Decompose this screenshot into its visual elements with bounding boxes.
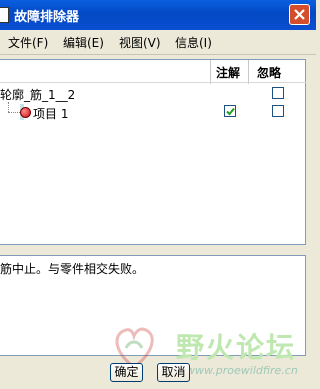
- item-status-icon: [20, 107, 31, 118]
- close-button[interactable]: [289, 4, 310, 25]
- title-bar: 故障排除器: [0, 0, 316, 30]
- root-ignore-checkbox[interactable]: [272, 87, 284, 99]
- ok-button[interactable]: 确定: [110, 363, 143, 382]
- menu-bar: 文件(F) 编辑(E) 视图(V) 信息(I): [0, 31, 316, 53]
- column-header-ignore[interactable]: 忽略: [257, 64, 281, 81]
- tree-connector: [8, 102, 9, 112]
- check-icon: [226, 107, 235, 116]
- menu-divider: [0, 54, 316, 55]
- close-icon: [294, 9, 305, 20]
- header-divider: [0, 82, 306, 83]
- column-separator: [210, 60, 211, 84]
- menu-view[interactable]: 视图(V): [119, 34, 161, 51]
- cancel-button[interactable]: 取消: [157, 363, 190, 382]
- watermark-text: 野火论坛: [176, 331, 297, 364]
- tree-root-node[interactable]: 轮廓_筋_1__2: [0, 86, 75, 103]
- tree-item[interactable]: 项目 1: [20, 104, 68, 121]
- message-text: 筋中止。与零件相交失败。: [0, 262, 145, 276]
- item-ignore-checkbox[interactable]: [272, 105, 284, 117]
- tree-panel[interactable]: 注解 忽略 轮廓_筋_1__2 项目 1: [0, 59, 306, 245]
- column-header-annotate[interactable]: 注解: [216, 64, 240, 81]
- watermark-url: www.proewildfire.cn: [186, 364, 298, 377]
- window-title: 故障排除器: [14, 10, 80, 25]
- item-annotate-checkbox[interactable]: [224, 105, 236, 117]
- window-icon: [0, 7, 9, 23]
- menu-file[interactable]: 文件(F): [8, 34, 48, 51]
- menu-info[interactable]: 信息(I): [175, 34, 212, 51]
- tree-connector: [8, 112, 20, 113]
- column-separator: [248, 60, 249, 84]
- menu-edit[interactable]: 编辑(E): [63, 34, 104, 51]
- tree-item-label: 项目 1: [33, 107, 69, 121]
